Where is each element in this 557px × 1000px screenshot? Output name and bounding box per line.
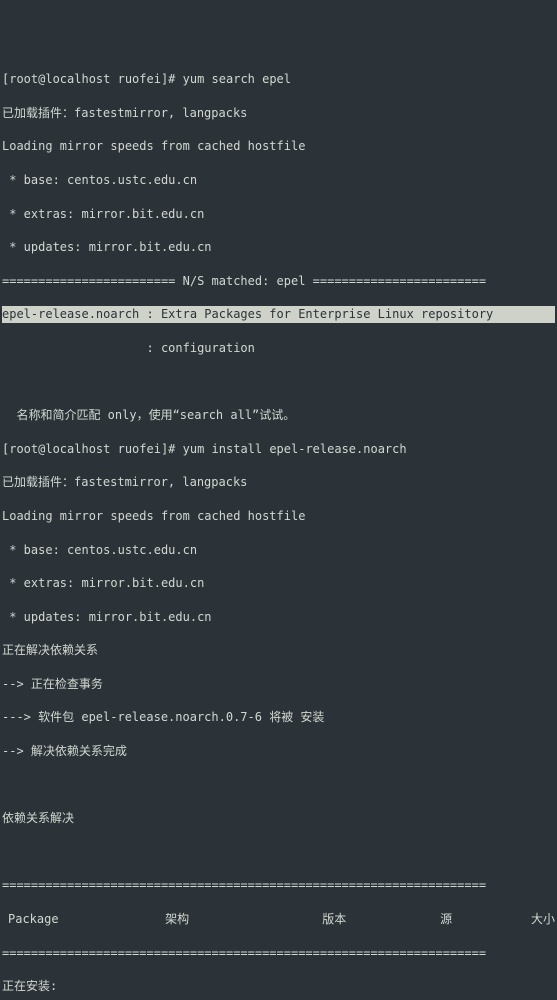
plugins-line: 已加载插件：fastestmirror, langpacks [2,474,555,491]
prompt-line-2: [root@localhost ruofei]# yum install epe… [2,441,555,458]
table-separator-mid: ========================================… [2,945,555,962]
prompt-line-1: [root@localhost ruofei]# yum search epel [2,71,555,88]
header-arch: 架构 [165,911,322,928]
mirror-updates: * updates: mirror.bit.edu.cn [2,609,555,626]
loading-line: Loading mirror speeds from cached hostfi… [2,138,555,155]
blank-line [2,844,555,861]
header-package: Package [8,911,165,928]
search-result-continuation: : configuration [2,340,555,357]
mirror-updates: * updates: mirror.bit.edu.cn [2,239,555,256]
mirror-extras: * extras: mirror.bit.edu.cn [2,575,555,592]
header-version: 版本 [322,911,440,928]
plugins-line: 已加载插件：fastestmirror, langpacks [2,105,555,122]
prompt-path: ruofei]# [118,442,176,456]
search-result-highlighted: epel-release.noarch : Extra Packages for… [2,306,555,323]
package-will-install: ---> 软件包 epel-release.noarch.0.7-6 将被 安装 [2,709,555,726]
checking-transaction: --> 正在检查事务 [2,676,555,693]
deps-resolved: 依赖关系解决 [2,810,555,827]
mirror-base: * base: centos.ustc.edu.cn [2,172,555,189]
matched-separator: ======================== N/S matched: ep… [2,273,555,290]
loading-line: Loading mirror speeds from cached hostfi… [2,508,555,525]
prompt-path: ruofei]# [118,72,176,86]
blank-line [2,777,555,794]
command-text: yum search epel [183,72,291,86]
resolve-done: --> 解决依赖关系完成 [2,743,555,760]
installing-label: 正在安装: [2,978,555,995]
prompt-user-host: [root@localhost [2,442,110,456]
header-repo: 源 [440,911,519,928]
mirror-extras: * extras: mirror.bit.edu.cn [2,206,555,223]
header-size: 大小 [519,911,555,928]
command-text: yum install epel-release.noarch [183,442,407,456]
search-hint: 名称和简介匹配 only，使用“search all”试试。 [2,407,555,424]
table-separator-top: ========================================… [2,877,555,894]
table-header: Package 架构 版本 源 大小 [2,911,555,928]
mirror-base: * base: centos.ustc.edu.cn [2,542,555,559]
resolving-deps: 正在解决依赖关系 [2,642,555,659]
prompt-user-host: [root@localhost [2,72,110,86]
blank-line [2,374,555,391]
